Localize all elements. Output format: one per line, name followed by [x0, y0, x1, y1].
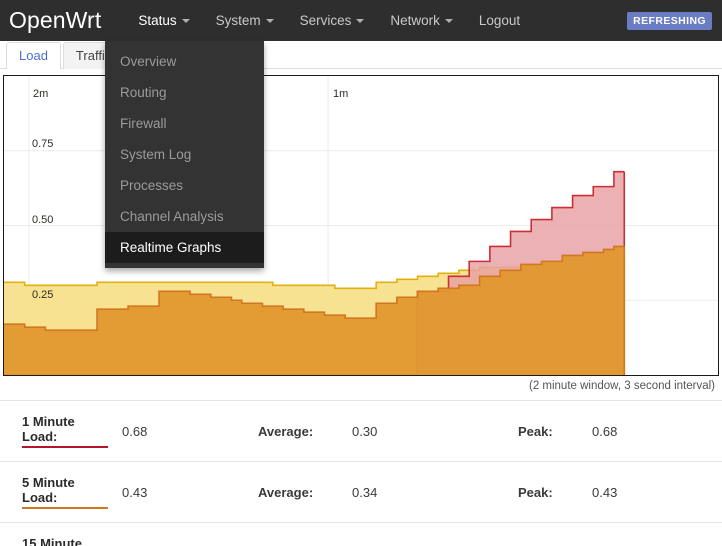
average-label: Average: [258, 462, 338, 523]
header-right: REFRESHING [627, 12, 712, 30]
nav-item-system-label: System [216, 13, 261, 28]
menu-item-firewall[interactable]: Firewall [105, 108, 264, 139]
table-row: 15 Minute Load: 0.38 Average: 0.36 Peak:… [0, 523, 722, 546]
nav-item-network-label: Network [390, 13, 440, 28]
nav-item-logout-label: Logout [479, 13, 520, 28]
peak-label: Peak: [518, 401, 578, 462]
menu-item-system-log[interactable]: System Log [105, 139, 264, 170]
chevron-down-icon [445, 19, 453, 23]
nav-item-status-label: Status [138, 13, 176, 28]
tab-load[interactable]: Load [6, 42, 61, 69]
app-brand: OpenWrt [9, 7, 101, 34]
load-15min-label: 15 Minute Load: [22, 536, 108, 546]
menu-item-routing[interactable]: Routing [105, 77, 264, 108]
table-row: 5 Minute Load: 0.43 Average: 0.34 Peak: … [0, 462, 722, 523]
app-header: OpenWrt Status System Services Network L… [0, 0, 722, 41]
nav-item-services[interactable]: Services [287, 0, 378, 41]
average-label: Average: [258, 401, 338, 462]
load-5min-current: 0.43 [108, 462, 258, 523]
load-1min-label: 1 Minute Load: [22, 414, 108, 448]
nav-item-services-label: Services [300, 13, 352, 28]
load-stats-table: 1 Minute Load: 0.68 Average: 0.30 Peak: … [0, 400, 722, 546]
table-row: 1 Minute Load: 0.68 Average: 0.30 Peak: … [0, 401, 722, 462]
menu-item-realtime-graphs[interactable]: Realtime Graphs [105, 232, 264, 263]
peak-label: Peak: [518, 462, 578, 523]
nav-item-network[interactable]: Network [377, 0, 466, 41]
nav-item-system[interactable]: System [203, 0, 287, 41]
load-5min-peak: 0.43 [578, 462, 722, 523]
chevron-down-icon [266, 19, 274, 23]
menu-item-overview[interactable]: Overview [105, 46, 264, 77]
stat-label-cell: 5 Minute Load: [0, 462, 108, 523]
stat-label-cell: 1 Minute Load: [0, 401, 108, 462]
load-15min-peak: 0.38 [578, 523, 722, 546]
load-15min-current: 0.38 [108, 523, 258, 546]
load-1min-peak: 0.68 [578, 401, 722, 462]
average-label: Average: [258, 523, 338, 546]
nav-item-logout[interactable]: Logout [466, 0, 533, 41]
load-5min-average: 0.34 [338, 462, 518, 523]
refreshing-status-badge[interactable]: REFRESHING [627, 12, 712, 30]
main-nav: Status System Services Network Logout [125, 0, 533, 41]
load-5min-label: 5 Minute Load: [22, 475, 108, 509]
peak-label: Peak: [518, 523, 578, 546]
chevron-down-icon [356, 19, 364, 23]
menu-item-channel-analysis[interactable]: Channel Analysis [105, 201, 264, 232]
menu-item-processes[interactable]: Processes [105, 170, 264, 201]
load-1min-average: 0.30 [338, 401, 518, 462]
load-15min-average: 0.36 [338, 523, 518, 546]
status-dropdown-menu: Overview Routing Firewall System Log Pro… [105, 41, 264, 268]
load-1min-current: 0.68 [108, 401, 258, 462]
stat-label-cell: 15 Minute Load: [0, 523, 108, 546]
chevron-down-icon [182, 19, 190, 23]
nav-item-status[interactable]: Status [125, 0, 202, 41]
chart-caption: (2 minute window, 3 second interval) [3, 376, 719, 392]
